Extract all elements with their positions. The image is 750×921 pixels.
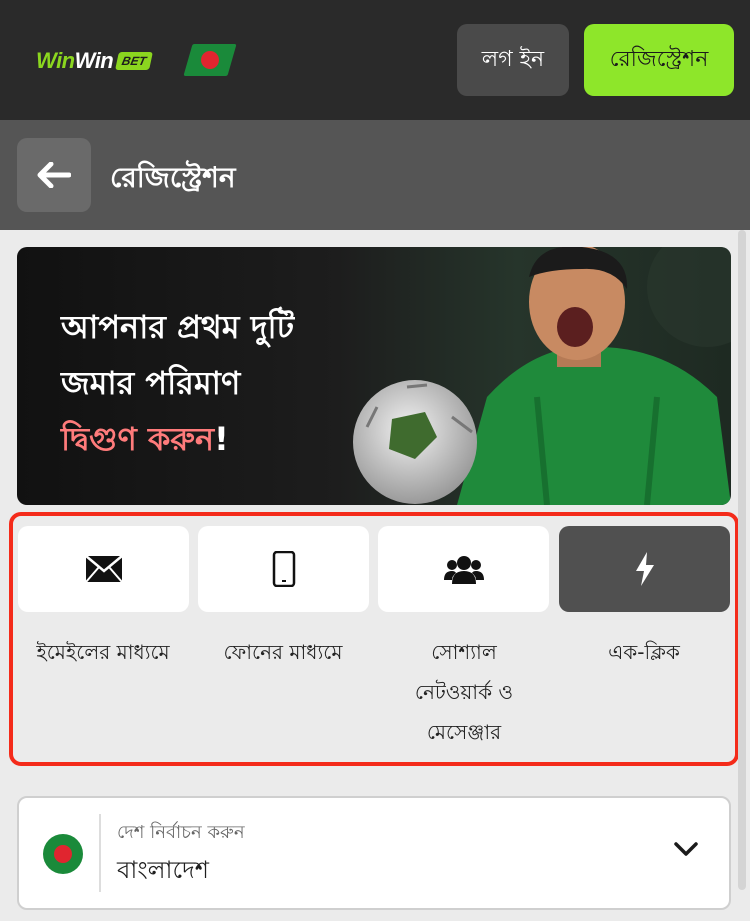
- logo-text: WinWin: [36, 48, 114, 73]
- register-button[interactable]: রেজিস্ট্রেশন: [584, 24, 734, 96]
- method-social-button[interactable]: [378, 526, 549, 612]
- method-one-click-button[interactable]: [559, 526, 730, 612]
- country-select-value: বাংলাদেশ: [117, 856, 209, 884]
- promo-banner[interactable]: আপনার প্রথম দুটি জমার পরিমাণ দ্বিগুণ করু…: [17, 247, 731, 505]
- divider: [99, 814, 101, 892]
- back-button[interactable]: [17, 138, 91, 212]
- bangladesh-flag-icon: [183, 44, 237, 76]
- registration-methods: ইমেইলের মাধ্যমে ফোনের মাধ্যমে সোশ্যাল নে…: [9, 512, 739, 766]
- banner-line-3: দ্বিগুণ করুন!: [61, 420, 229, 458]
- method-phone-label[interactable]: ফোনের মাধ্যমে: [193, 632, 373, 672]
- logo-bet-badge: BET: [115, 52, 154, 70]
- login-button[interactable]: লগ ইন: [457, 24, 569, 96]
- winwin-logo[interactable]: WinWin BET: [36, 48, 154, 74]
- country-select-label: দেশ নির্বাচন করুন: [117, 822, 245, 843]
- banner-line-1: আপনার প্রথম দুটি: [61, 308, 295, 346]
- users-icon: [443, 556, 484, 584]
- method-email-button[interactable]: [18, 526, 189, 612]
- banner-headline: আপনার প্রথম দুটি জমার পরিমাণ দ্বিগুণ করু…: [61, 299, 294, 467]
- footballer-image: [353, 247, 731, 505]
- bangladesh-flag-icon: [43, 834, 83, 874]
- envelope-icon: [84, 555, 123, 583]
- page-header: রেজিস্ট্রেশন: [0, 120, 750, 230]
- banner-highlight: দ্বিগুণ করুন: [61, 420, 215, 458]
- top-bar: WinWin BET লগ ইন রেজিস্ট্রেশন: [0, 0, 750, 120]
- arrow-left-icon: [37, 162, 71, 188]
- scrollbar[interactable]: [738, 230, 746, 890]
- page-title: রেজিস্ট্রেশন: [110, 161, 236, 194]
- method-social-label[interactable]: সোশ্যাল নেটওয়ার্ক ও মেসেঞ্জার: [374, 632, 554, 752]
- phone-icon: [272, 551, 295, 587]
- lightning-icon: [635, 552, 654, 586]
- country-select[interactable]: দেশ নির্বাচন করুন বাংলাদেশ: [17, 796, 731, 910]
- method-phone-button[interactable]: [198, 526, 369, 612]
- chevron-down-icon[interactable]: [673, 840, 699, 858]
- banner-line-2: জমার পরিমাণ: [61, 364, 241, 402]
- method-one-click-label[interactable]: এক-ক্লিক: [554, 632, 734, 672]
- method-email-label[interactable]: ইমেইলের মাধ্যমে: [13, 632, 193, 672]
